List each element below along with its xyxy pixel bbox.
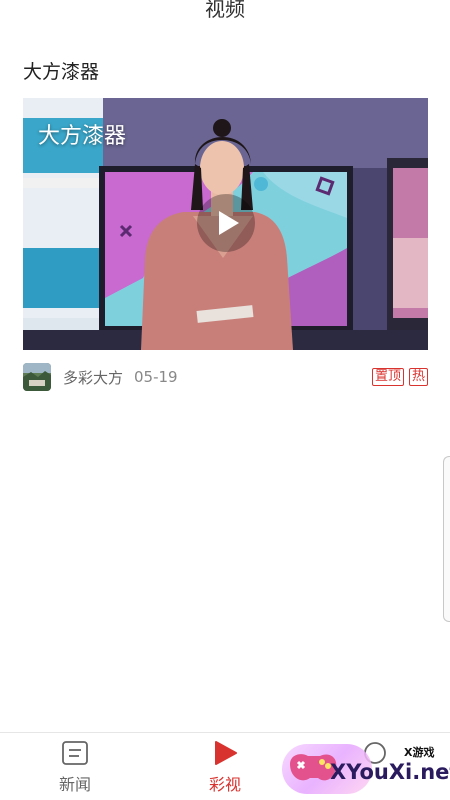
video-article-card[interactable]: 大方漆器 大方漆器 多彩大方 05-19 置顶 热 bbox=[23, 58, 428, 391]
source-name[interactable]: 多彩大方 bbox=[63, 367, 123, 388]
hot-badge: 热 bbox=[408, 368, 428, 386]
article-title[interactable]: 大方漆器 bbox=[23, 58, 428, 88]
tab-video-label: 彩视 bbox=[208, 775, 241, 794]
video-player[interactable]: 大方漆器 bbox=[23, 98, 428, 350]
tab-video[interactable]: 彩视 bbox=[170, 733, 280, 800]
source-avatar[interactable] bbox=[23, 363, 51, 391]
pinned-badge: 置顶 bbox=[371, 368, 404, 386]
article-tags: 置顶 热 bbox=[371, 368, 428, 386]
video-overlay-title: 大方漆器 bbox=[38, 124, 127, 149]
article-meta: 多彩大方 05-19 置顶 热 bbox=[23, 362, 428, 392]
publish-date: 05-19 bbox=[134, 368, 178, 386]
play-button[interactable] bbox=[197, 194, 255, 252]
video-play-icon bbox=[215, 741, 237, 765]
tab-news[interactable]: 新闻 bbox=[20, 733, 130, 800]
top-bar: 视频 bbox=[0, 0, 450, 32]
tab-news-label: 新闻 bbox=[58, 775, 91, 794]
side-drawer-handle[interactable] bbox=[443, 456, 450, 622]
play-icon bbox=[219, 211, 239, 235]
page-title: 视频 bbox=[205, 0, 245, 21]
watermark-big-text: XYouXi.net bbox=[330, 760, 450, 784]
watermark-small-text: X游戏 bbox=[404, 746, 435, 759]
news-icon bbox=[62, 741, 88, 765]
